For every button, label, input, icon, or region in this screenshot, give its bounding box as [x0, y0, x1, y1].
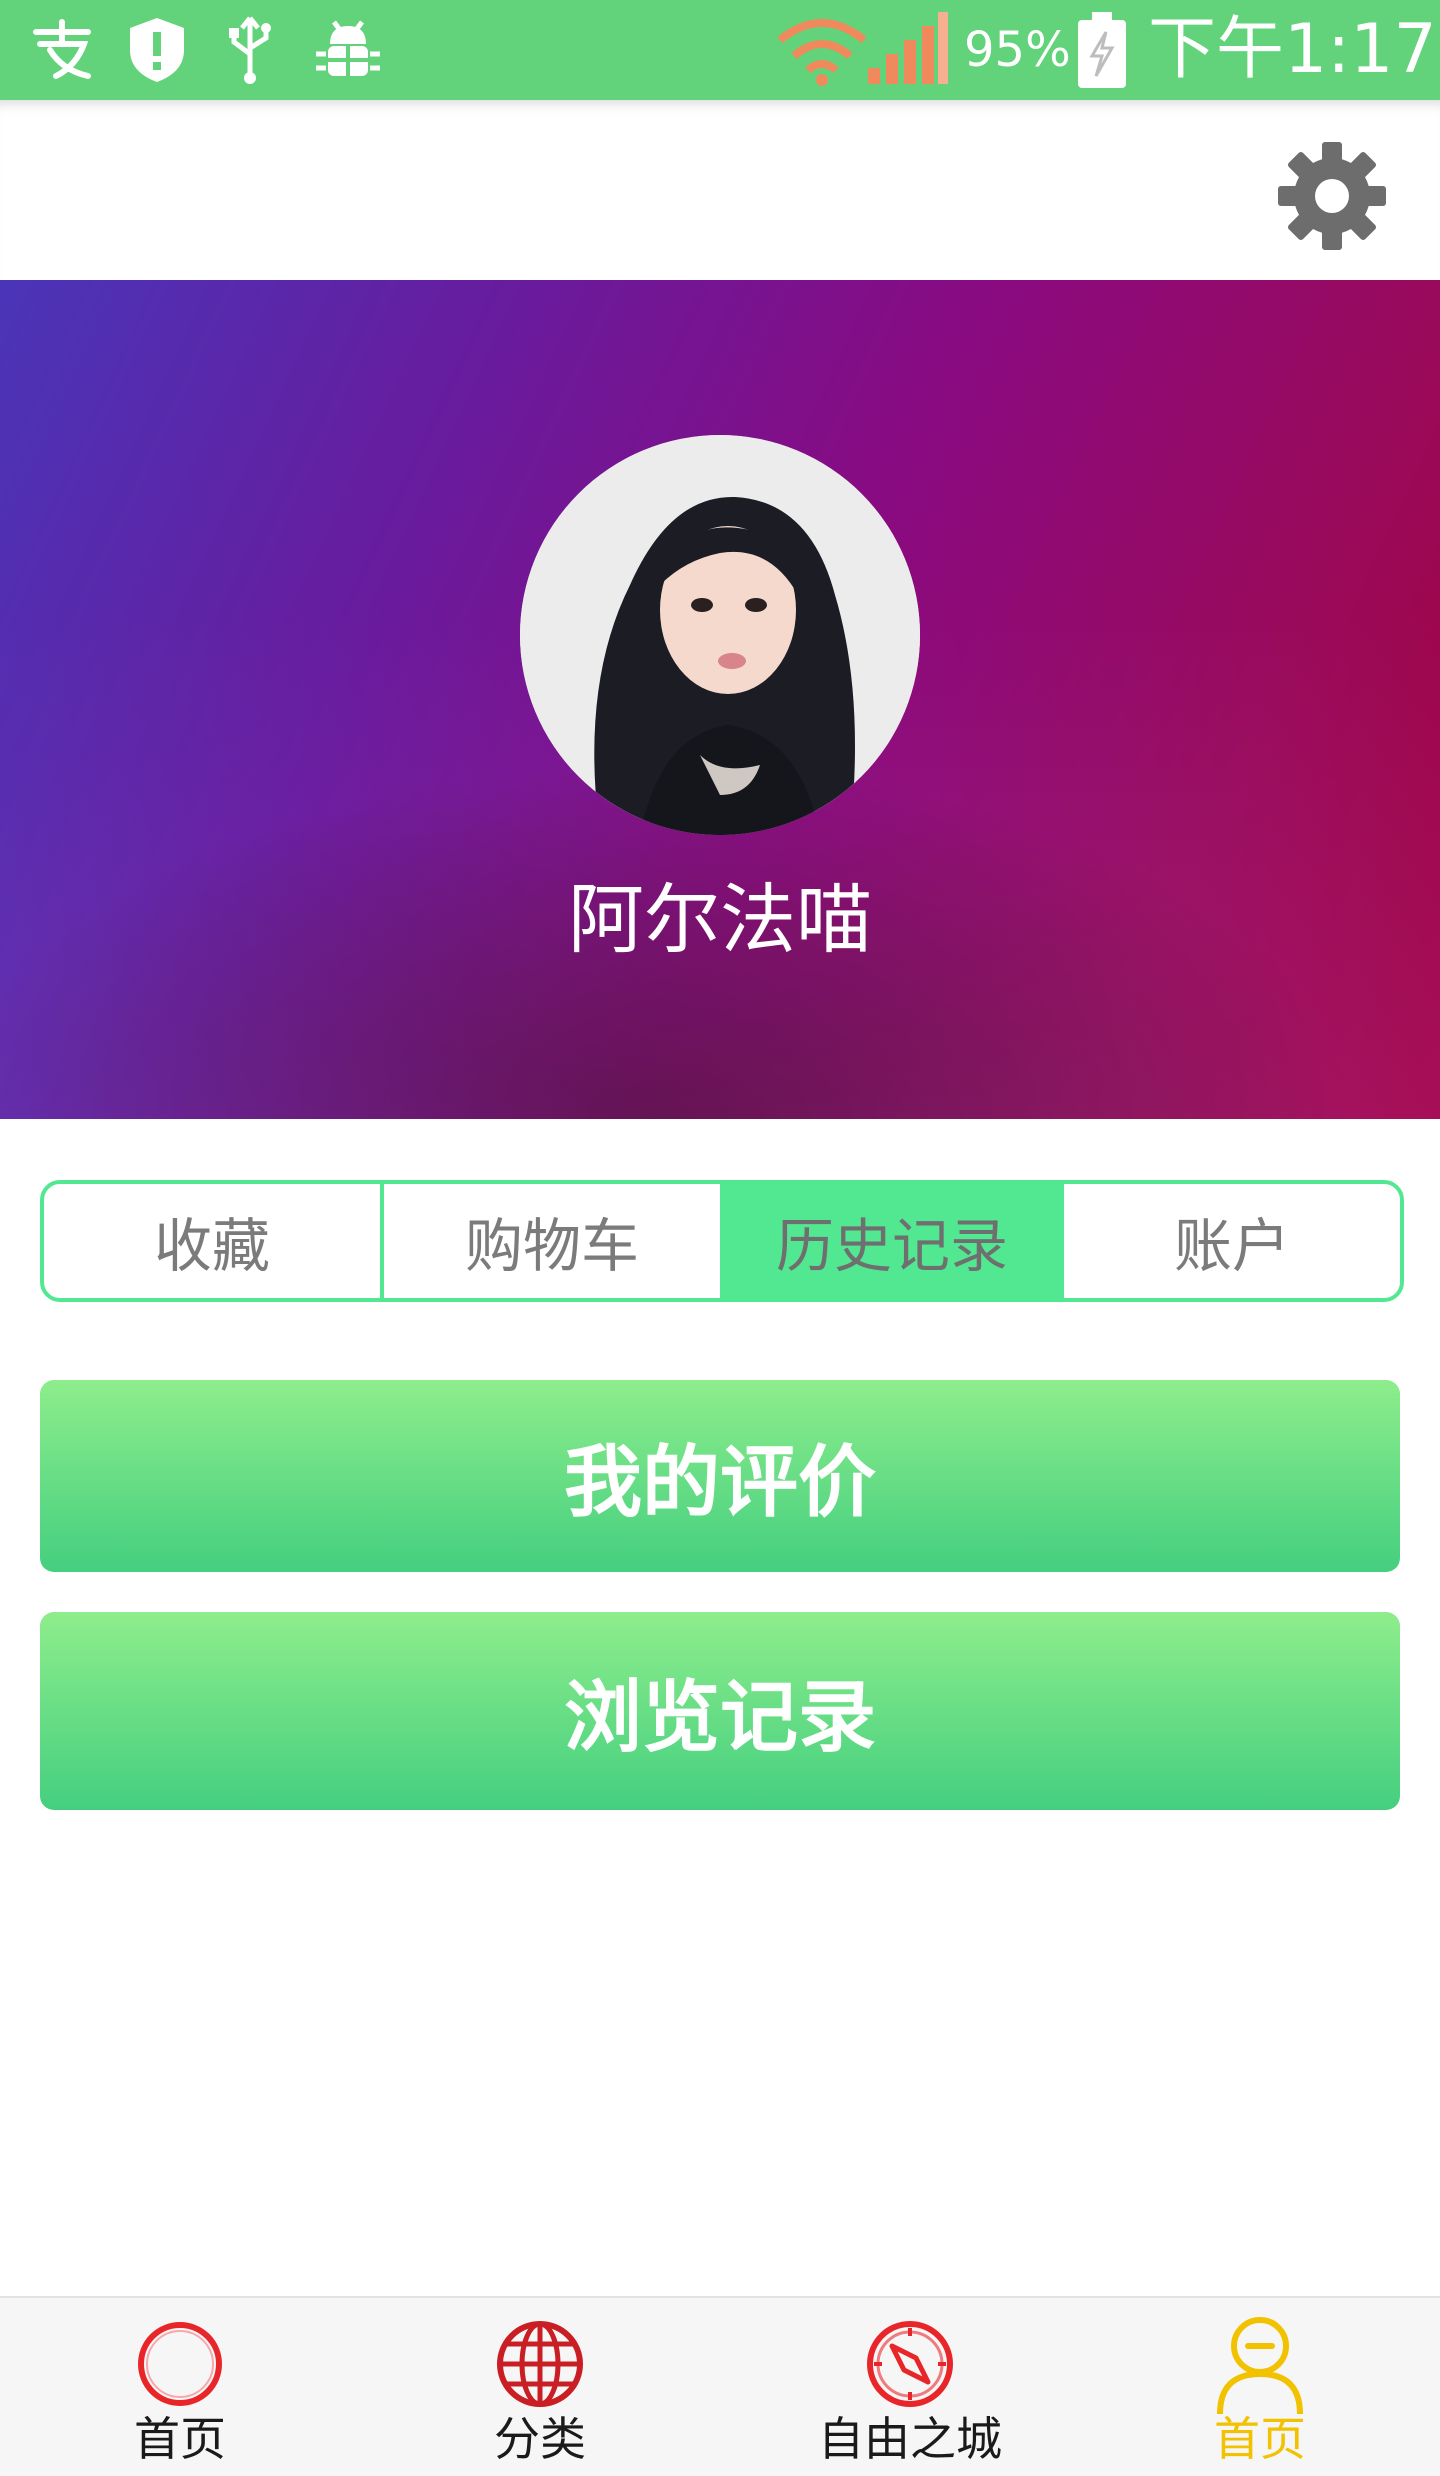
tab-shopping-cart[interactable]: 购物车	[384, 1184, 724, 1298]
battery-charging-icon	[1076, 10, 1128, 94]
tab-history[interactable]: 历史记录	[724, 1184, 1064, 1298]
nav-item-home[interactable]: 首页	[80, 2298, 280, 2476]
globe-icon	[494, 2318, 586, 2414]
nav-item-category[interactable]: 分类	[440, 2298, 640, 2476]
my-reviews-button[interactable]: 我的评价	[40, 1380, 1400, 1572]
nav-item-profile[interactable]: 首页	[1160, 2298, 1360, 2476]
alipay-icon	[26, 14, 98, 90]
compass-icon	[864, 2318, 956, 2414]
signal-icon	[864, 10, 950, 92]
profile-header: 阿尔法喵	[0, 280, 1440, 1119]
profile-screen: 95% 下午1:17 阿尔法喵 收藏 购物车 历史记录 账户 我的评价 浏览记录…	[0, 0, 1440, 2476]
nav-label-home: 首页	[134, 2412, 226, 2466]
browse-history-button[interactable]: 浏览记录	[40, 1612, 1400, 1810]
tab-favorites[interactable]: 收藏	[44, 1184, 384, 1298]
user-avatar-photo	[520, 435, 920, 835]
shield-alert-icon	[124, 14, 190, 90]
status-clock: 下午1:17	[1148, 10, 1437, 89]
gear-icon	[1278, 142, 1386, 250]
bottom-nav: 首页 分类 自由之城 首页	[0, 2296, 1440, 2476]
settings-button[interactable]	[1272, 136, 1392, 256]
battery-percent: 95%	[964, 22, 1071, 78]
nav-item-freedom-city[interactable]: 自由之城	[790, 2298, 1030, 2476]
wifi-icon	[776, 12, 868, 92]
avatar[interactable]	[520, 435, 920, 835]
tab-account[interactable]: 账户	[1064, 1184, 1400, 1298]
user-profile-icon	[1210, 2316, 1310, 2420]
usb-icon	[222, 14, 278, 90]
profile-tabs: 收藏 购物车 历史记录 账户	[40, 1180, 1404, 1302]
nav-label-profile: 首页	[1214, 2412, 1306, 2466]
nav-label-freedom-city: 自由之城	[818, 2412, 1002, 2466]
nav-label-category: 分类	[494, 2412, 586, 2466]
status-bar: 95% 下午1:17	[0, 0, 1440, 100]
action-bar	[0, 100, 1440, 280]
home-circle-icon	[134, 2318, 226, 2414]
username: 阿尔法喵	[568, 875, 872, 964]
android-debug-icon	[312, 14, 384, 90]
